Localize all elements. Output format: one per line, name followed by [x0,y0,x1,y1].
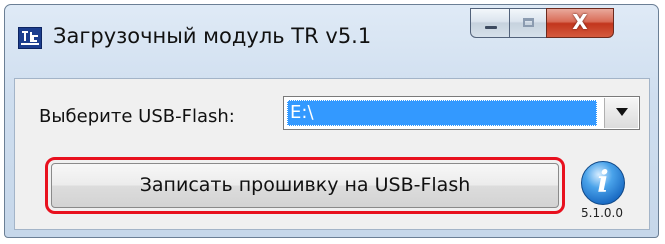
close-icon: X [572,10,588,34]
info-glyph: i [597,165,609,200]
tr-app-icon [18,27,42,49]
client-area: Выберите USB-Flash: E:\ Записать прошивк… [14,78,650,230]
usb-flash-select[interactable]: E:\ [283,96,640,130]
chevron-down-icon [616,108,628,116]
usb-flash-label: Выберите USB-Flash: [39,106,235,127]
close-button[interactable]: X [546,8,614,38]
maximize-button[interactable] [509,8,547,38]
title-bar[interactable]: Загрузочный модуль TR v5.1 X [5,5,658,77]
dropdown-button[interactable] [604,98,638,128]
app-window: Загрузочный модуль TR v5.1 X Выберите US… [4,4,659,238]
version-label: 5.1.0.0 [581,206,623,220]
usb-flash-selected-value: E:\ [287,100,597,126]
write-firmware-button-highlight: Записать прошивку на USB-Flash [45,157,565,214]
minimize-button[interactable] [470,8,510,38]
minimize-icon [485,26,497,29]
window-title: Загрузочный модуль TR v5.1 [53,24,372,48]
caption-buttons: X [470,8,645,39]
write-firmware-button[interactable]: Записать прошивку на USB-Flash [51,163,559,208]
info-icon[interactable]: i [581,161,625,205]
maximize-icon [523,18,534,27]
